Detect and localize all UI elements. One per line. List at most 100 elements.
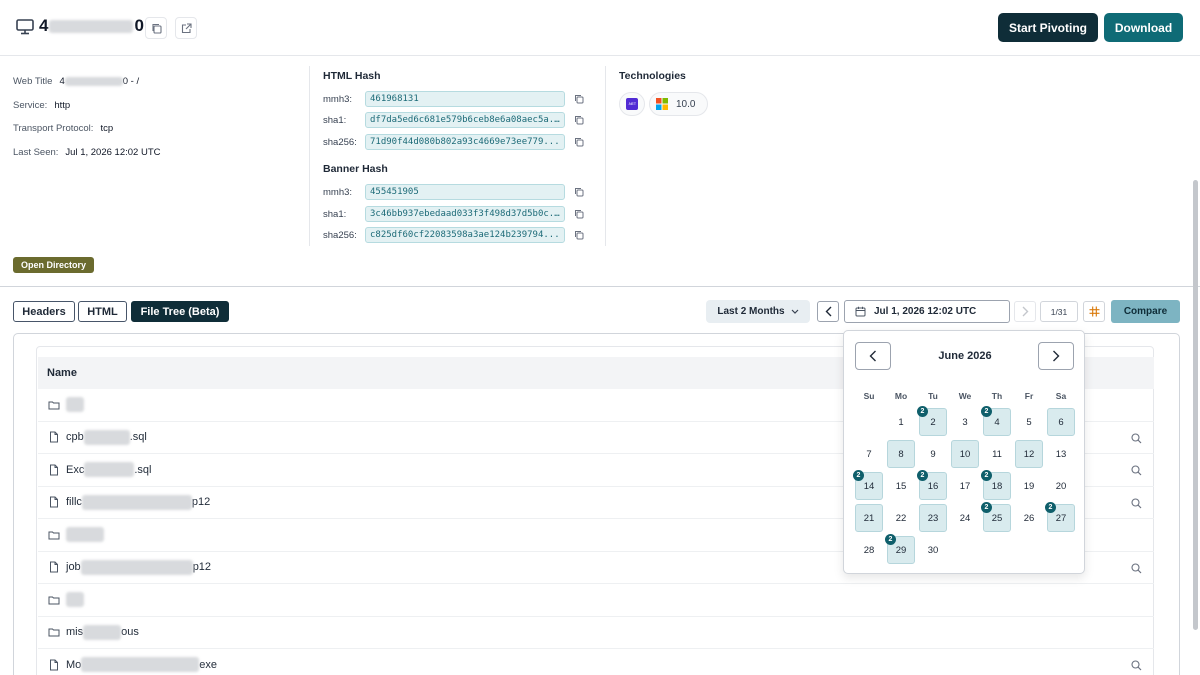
calendar-day[interactable]: 20	[1047, 472, 1075, 500]
scan-count-badge: 2	[917, 406, 928, 417]
windows-chip[interactable]: 10.0	[649, 92, 708, 116]
calendar-day[interactable]: 6	[1047, 408, 1075, 436]
page-scrollbar[interactable]	[1193, 180, 1198, 630]
grid-icon	[1089, 306, 1099, 317]
folder-row[interactable]	[38, 584, 1154, 617]
entry-name-prefix: job	[66, 561, 81, 574]
hash-value[interactable]: df7da5ed6c681e579b6ceb8e6a08aec5a...	[365, 112, 565, 128]
open-external-button[interactable]	[175, 17, 197, 39]
hash-value[interactable]: 3c46bb937ebedaad033f3f498d37d5b0c...	[365, 206, 565, 222]
calendar-day[interactable]: 24	[951, 504, 979, 532]
scan-date-picker[interactable]: Jul 1, 2026 12:02 UTC	[844, 300, 1010, 323]
calendar-day[interactable]: 15	[887, 472, 915, 500]
calendar-day[interactable]: 9	[919, 440, 947, 468]
time-range-label: Last 2 Months	[717, 306, 785, 317]
redacted-entry-name	[83, 624, 122, 640]
calendar-day[interactable]: 22	[887, 504, 915, 532]
file-icon	[50, 431, 58, 443]
calendar-day[interactable]: 13	[1047, 440, 1075, 468]
tab-file-tree[interactable]: File Tree (Beta)	[131, 301, 229, 322]
calendar-day[interactable]: 3	[951, 408, 979, 436]
calendar-day[interactable]: 30	[919, 536, 947, 564]
entry-name-prefix: Mo	[66, 658, 82, 671]
dotnet-chip[interactable]: .NET	[619, 92, 645, 116]
calendar-day[interactable]: 25 2	[981, 502, 1011, 532]
weekday-label: We	[958, 391, 972, 401]
web-title-row: Web Title 4 0 - /	[13, 70, 160, 94]
date-picker-popup: June 2026 Su Mo Tu We Th Fr Sa 1 2 2 3 4 2 5 6 7 8 9 10 11 1…	[843, 330, 1085, 574]
download-button[interactable]: Download	[1104, 13, 1183, 42]
start-pivoting-button[interactable]: Start Pivoting	[998, 13, 1098, 42]
redacted-entry-name	[66, 592, 84, 608]
grid-view-button[interactable]	[1083, 301, 1105, 322]
calendar-day[interactable]: 10	[951, 440, 979, 468]
compare-button[interactable]: Compare	[1111, 300, 1180, 323]
file-icon	[50, 561, 58, 573]
last-seen-row: Last Seen: Jul 1, 2026 12:02 UTC	[13, 141, 160, 165]
redacted-entry-name	[66, 527, 104, 543]
calendar-day[interactable]: 27 2	[1045, 502, 1075, 532]
transport-value: tcp	[100, 123, 114, 135]
entry-name-suffix: .sql	[129, 431, 147, 444]
redacted-entry-name	[81, 494, 192, 510]
next-month-button[interactable]	[1038, 342, 1074, 370]
dotnet-icon: .NET	[626, 98, 638, 110]
calendar-day[interactable]: 22	[917, 406, 947, 436]
copy-icon[interactable]	[574, 230, 584, 240]
calendar-day[interactable]: 7	[855, 440, 883, 468]
calendar-day[interactable]: 17	[951, 472, 979, 500]
search-icon[interactable]	[1131, 497, 1142, 509]
hash-value[interactable]: c825df60cf22083598a3ae124b239794...	[365, 227, 565, 243]
copy-icon	[151, 23, 162, 34]
tab-headers[interactable]: Headers	[13, 301, 75, 322]
folder-icon	[48, 628, 60, 637]
service-row: Service: http	[13, 94, 160, 118]
calendar-day[interactable]: 26	[1015, 504, 1043, 532]
calendar-day[interactable]: 5	[1015, 408, 1043, 436]
calendar-day[interactable]: 28	[855, 536, 883, 564]
copy-icon[interactable]	[574, 137, 584, 147]
next-scan-button[interactable]	[1014, 301, 1036, 322]
hash-value[interactable]: 71d90f44d080b802a93c4669e73ee779...	[365, 134, 565, 150]
copy-icon[interactable]	[574, 94, 584, 104]
calendar-day[interactable]: 18 2	[981, 470, 1011, 500]
calendar-day[interactable]: 16 2	[917, 470, 947, 500]
redacted-entry-name	[66, 397, 84, 413]
copy-icon[interactable]	[574, 115, 584, 125]
copy-icon[interactable]	[574, 209, 584, 219]
banner-hash-sha256-row: sha256: c825df60cf22083598a3ae124b239794…	[323, 227, 565, 243]
search-icon[interactable]	[1131, 562, 1142, 574]
weekday-label: Tu	[928, 391, 938, 401]
web-title-prefix: 4	[59, 76, 65, 88]
hash-label: sha1:	[323, 114, 347, 126]
folder-icon	[48, 401, 60, 410]
search-icon[interactable]	[1131, 660, 1142, 671]
calendar-day[interactable]: 23	[919, 504, 947, 532]
calendar-day[interactable]: 11	[983, 440, 1011, 468]
hash-label: sha1:	[323, 208, 347, 220]
copy-icon[interactable]	[574, 187, 584, 197]
hash-value[interactable]: 455451905	[365, 184, 565, 200]
copy-host-button[interactable]	[145, 17, 167, 39]
entry-name-suffix: exe	[199, 658, 218, 671]
previous-scan-button[interactable]	[817, 301, 839, 322]
hash-label: sha256:	[323, 136, 357, 148]
tab-html[interactable]: HTML	[78, 301, 127, 322]
calendar-day[interactable]: 8	[887, 440, 915, 468]
redacted-host	[49, 19, 134, 33]
weekday-label: Sa	[1055, 391, 1067, 401]
search-icon[interactable]	[1131, 465, 1142, 476]
hash-value[interactable]: 461968131	[365, 91, 565, 107]
folder-row[interactable]: mis ous	[38, 617, 1154, 649]
calendar-day[interactable]: 21	[855, 504, 883, 532]
time-range-dropdown[interactable]: Last 2 Months	[706, 300, 810, 323]
calendar-day[interactable]: 19	[1015, 472, 1043, 500]
calendar-day[interactable]: 14 2	[853, 470, 883, 500]
column-divider	[605, 66, 606, 246]
calendar-day[interactable]: 29 2	[885, 534, 915, 564]
search-icon[interactable]	[1131, 432, 1142, 444]
calendar-day[interactable]: 12	[1015, 440, 1043, 468]
file-row[interactable]: Mo exe	[38, 649, 1154, 675]
calendar-day[interactable]: 1	[887, 408, 915, 436]
calendar-day[interactable]: 42	[981, 406, 1011, 436]
